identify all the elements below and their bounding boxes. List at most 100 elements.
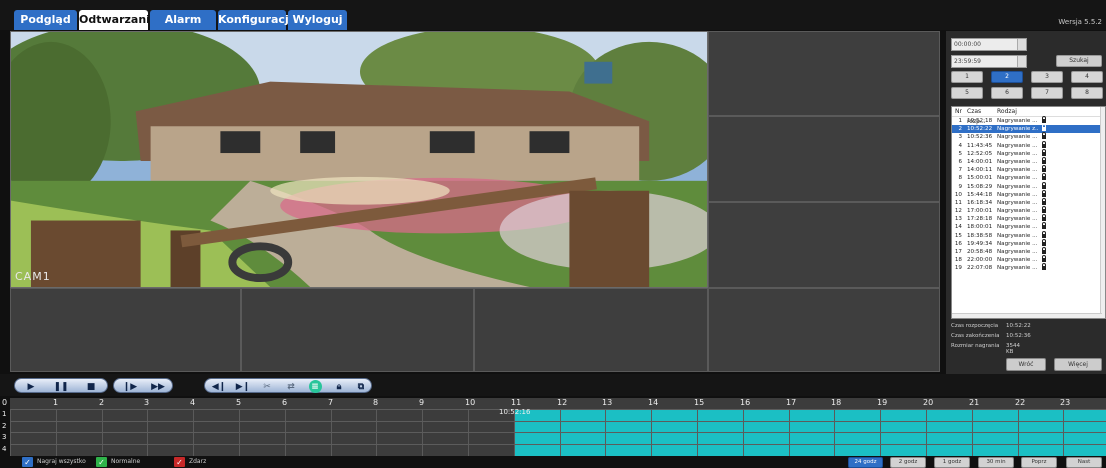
recording-row[interactable]: 17 20:58:48 Nagrywanie ... (952, 247, 1105, 256)
vertical-scrollbar[interactable] (1100, 107, 1105, 318)
horizontal-scrollbar[interactable] (952, 313, 1102, 318)
tab-konfiguracja[interactable]: Konfiguracja (218, 10, 296, 30)
hour-label: 4 (190, 398, 196, 407)
video-cell-main[interactable]: CAM1 (10, 31, 708, 288)
recording-row[interactable]: 13 17:28:18 Nagrywanie ... (952, 214, 1105, 223)
filter-event-checkbox[interactable]: ✓ (174, 457, 185, 467)
recording-row[interactable]: 12 17:00:01 Nagrywanie ... (952, 206, 1105, 215)
recording-row[interactable]: 15 18:38:58 Nagrywanie ... (952, 230, 1105, 240)
timeline-row[interactable]: 1 (2, 409, 1106, 421)
timeline-row[interactable]: 3 (2, 432, 1106, 444)
stop-button[interactable]: ■ (79, 379, 103, 394)
tools-group: ◀❙ ▶❙ ✂ ⇄ ≡ 🔒︎ ⧉ (204, 378, 372, 393)
previous-button[interactable]: Poprz (1021, 457, 1057, 468)
recording-nr: 17 (954, 249, 962, 255)
hour-label: 12 (557, 398, 568, 407)
video-cell[interactable] (10, 288, 241, 372)
recordings-list[interactable]: Nr Czas rozp... Rodzaj 1 10:52:18 Nagrywan… (951, 106, 1106, 319)
video-cell[interactable] (474, 288, 708, 372)
filter-all-checkbox[interactable]: ✓ (22, 457, 33, 467)
lock-button[interactable]: 🔒︎ (327, 379, 351, 394)
playback-controls: ▶ ❚❚ ■ ❙▶ ▶▶ ◀❙ ▶❙ ✂ ⇄ ≡ 🔒︎ ⧉ (0, 374, 1106, 396)
next-button[interactable]: Nast (1066, 457, 1102, 468)
camera-image (11, 32, 707, 287)
fullscreen-button[interactable]: ⧉ (349, 379, 373, 394)
channel-button-5[interactable]: 5 (951, 87, 983, 99)
filter-normal-checkbox[interactable]: ✓ (96, 457, 107, 467)
filter-all-label: Nagraj wszystko (37, 458, 86, 465)
recording-row[interactable]: 14 18:00:01 Nagrywanie ... (952, 222, 1105, 231)
video-cell[interactable] (241, 288, 474, 372)
tab-wyloguj[interactable]: Wyloguj (288, 10, 347, 30)
recording-nr: 10 (954, 191, 962, 198)
zoom-1h-button[interactable]: 1 godz (934, 457, 970, 468)
previous-frame-button[interactable]: ◀❙ (207, 379, 231, 394)
spinner-icon[interactable] (1017, 56, 1026, 67)
video-cell[interactable] (708, 288, 940, 372)
back-button[interactable]: Wróć (1006, 358, 1046, 371)
recording-start-time: 11:43:45 (967, 142, 993, 149)
lock-icon (1042, 189, 1046, 197)
recording-row[interactable]: 9 15:08:29 Nagrywanie ... (952, 181, 1105, 191)
hour-label: 14 (648, 398, 659, 407)
recording-row[interactable]: 3 10:52:36 Nagrywanie ... (952, 132, 1105, 141)
pause-button[interactable]: ❚❚ (49, 379, 73, 394)
tab-odtwarzanie[interactable]: Odtwarzanie (79, 10, 157, 30)
column-header-type[interactable]: Rodzaj (994, 107, 1039, 116)
spinner-icon[interactable] (1017, 39, 1026, 50)
recording-row[interactable]: 6 14:00:01 Nagrywanie ... (952, 156, 1105, 166)
hour-label: 0 (2, 398, 8, 407)
channel-button-8[interactable]: 8 (1071, 87, 1103, 99)
lock-icon (1042, 140, 1046, 148)
recording-row[interactable]: 10 15:44:18 Nagrywanie ... (952, 189, 1105, 199)
play-button[interactable]: ▶ (19, 379, 43, 394)
recording-row[interactable]: 11 16:18:34 Nagrywanie ... (952, 197, 1105, 207)
clip-button[interactable]: ≡ (303, 379, 327, 394)
end-time-input[interactable]: 23:59:59 (951, 55, 1027, 68)
lock-icon (1042, 156, 1046, 164)
recording-row[interactable]: 8 15:00:01 Nagrywanie ... (952, 173, 1105, 182)
channel-button-4[interactable]: 4 (1071, 71, 1103, 83)
recording-row[interactable]: 1 10:52:18 Nagrywanie ... (952, 116, 1105, 125)
channel-button-2[interactable]: 2 (991, 71, 1023, 83)
next-frame-icon: ▶❙ (235, 381, 251, 392)
next-frame-button[interactable]: ▶❙ (231, 379, 255, 394)
tab-alarm[interactable]: Alarm (150, 10, 216, 30)
recording-row[interactable]: 18 22:00:00 Nagrywanie ... (952, 255, 1105, 264)
channel-button-1[interactable]: 1 (951, 71, 983, 83)
recording-row[interactable]: 16 19:49:34 Nagrywanie ... (952, 238, 1105, 248)
column-header-start[interactable]: Czas rozp... (964, 107, 994, 125)
tab-podglad[interactable]: Podgląd (14, 10, 77, 30)
recording-start-time: 17:28:18 (967, 216, 993, 223)
recording-row[interactable]: 2 10:52:22 Nagrywanie z... (952, 124, 1105, 134)
video-cell[interactable] (708, 116, 940, 202)
recording-start-time: 17:00:01 (967, 208, 993, 215)
zoom-30min-button[interactable]: 30 min (978, 457, 1014, 468)
more-button[interactable]: Więcej (1054, 358, 1102, 371)
channel-button-7[interactable]: 7 (1031, 87, 1063, 99)
recording-row[interactable]: 7 14:00:11 Nagrywanie ... (952, 165, 1105, 174)
fast-forward-button[interactable]: ▶▶ (146, 379, 170, 394)
video-cell[interactable] (708, 31, 940, 116)
timeline-row[interactable]: 2 (2, 420, 1106, 433)
hour-label: 11 (511, 398, 522, 407)
timeline[interactable]: 0 1 2 3 4 5 6 7 8 9 10 11 12 13 14 15 16 17 18 19 20 21 22 23 1… (2, 398, 1106, 456)
recording-row[interactable]: 4 11:43:45 Nagrywanie ... (952, 140, 1105, 150)
recording-row[interactable]: 19 22:07:08 Nagrywanie ... (952, 263, 1105, 272)
zoom-2h-button[interactable]: 2 godz (890, 457, 926, 468)
timeline-cursor-time: 10:52:16 (499, 408, 531, 416)
channel-button-3[interactable]: 3 (1031, 71, 1063, 83)
channel-button-6[interactable]: 6 (991, 87, 1023, 99)
slow-forward-button[interactable]: ❙▶ (118, 379, 142, 394)
start-time-input[interactable]: 00:00:00 (951, 38, 1027, 51)
sync-button[interactable]: ⇄ (279, 379, 303, 394)
column-header-nr[interactable]: Nr (952, 107, 964, 116)
timeline-row[interactable]: 4 (2, 443, 1106, 456)
recording-row[interactable]: 5 12:52:05 Nagrywanie ... (952, 148, 1105, 158)
recording-nr: 4 (958, 142, 962, 149)
video-cell[interactable] (708, 202, 940, 288)
zoom-24h-button[interactable]: 24 godz (848, 457, 883, 468)
scissors-button[interactable]: ✂ (255, 379, 279, 394)
row-label: 3 (2, 433, 7, 441)
search-button[interactable]: Szukaj (1056, 55, 1102, 67)
